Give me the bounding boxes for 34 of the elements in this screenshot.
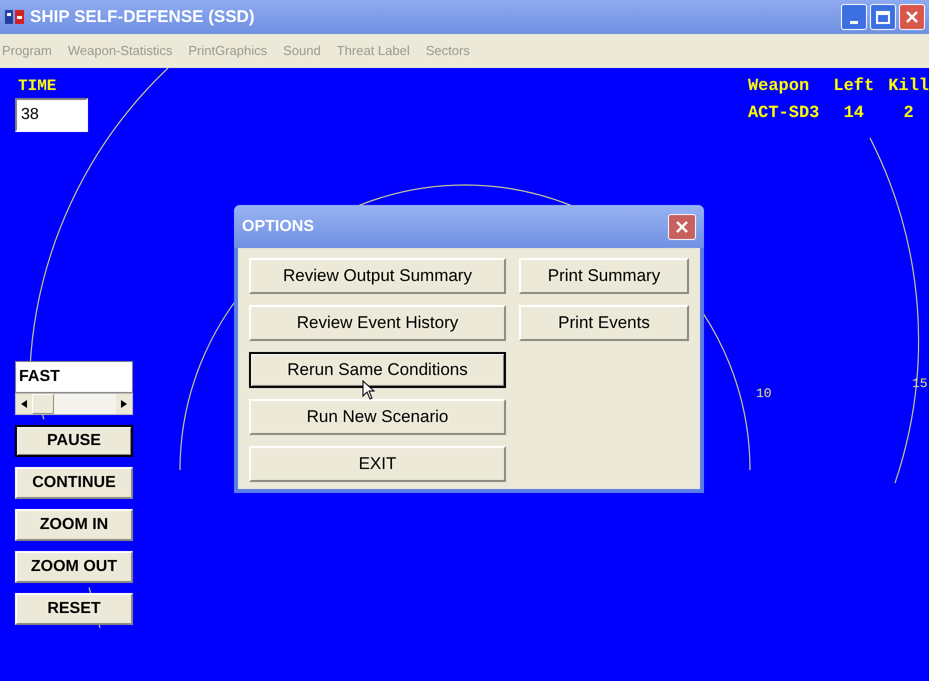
table-cell-text: 2: [902, 105, 915, 122]
close-icon: [675, 220, 689, 234]
speed-field: FAST: [15, 361, 133, 393]
control-button[interactable]: ZOOM IN: [15, 509, 133, 541]
scrollbar-thumb[interactable]: [32, 394, 54, 414]
option-button[interactable]: Run New Scenario: [249, 399, 506, 435]
time-field: 38: [15, 98, 88, 132]
app-icon: [4, 8, 26, 26]
control-button[interactable]: RESET: [15, 593, 133, 625]
close-icon: [905, 10, 919, 24]
control-button[interactable]: CONTINUE: [15, 467, 133, 499]
close-button[interactable]: [668, 214, 696, 240]
control-button[interactable]: PAUSE: [15, 425, 133, 457]
option-button[interactable]: Rerun Same Conditions: [249, 352, 506, 388]
option-button[interactable]: Print Summary: [519, 258, 689, 294]
column-header: Left: [833, 78, 874, 95]
mouse-pointer-icon: [362, 380, 375, 400]
column-header: Weapon: [748, 78, 810, 95]
time-label: TIME: [17, 78, 58, 94]
table-cell-text: 14: [842, 105, 865, 122]
table-cell: ACT-SD3: [748, 105, 820, 122]
minimize-button[interactable]: [841, 4, 867, 30]
option-button[interactable]: EXIT: [249, 446, 506, 482]
dialog-title: OPTIONS: [242, 216, 314, 236]
window-title: SHIP SELF-DEFENSE (SSD): [30, 6, 256, 28]
control-button[interactable]: ZOOM OUT: [15, 551, 133, 583]
column-header: Kill: [888, 78, 929, 95]
maximize-button[interactable]: [870, 4, 896, 30]
close-button[interactable]: [899, 4, 925, 30]
range-label: 10: [756, 385, 772, 403]
option-button[interactable]: Review Event History: [249, 305, 506, 341]
speed-scrollbar[interactable]: [15, 393, 133, 415]
option-button[interactable]: Review Output Summary: [249, 258, 506, 294]
option-button[interactable]: Print Events: [519, 305, 689, 341]
